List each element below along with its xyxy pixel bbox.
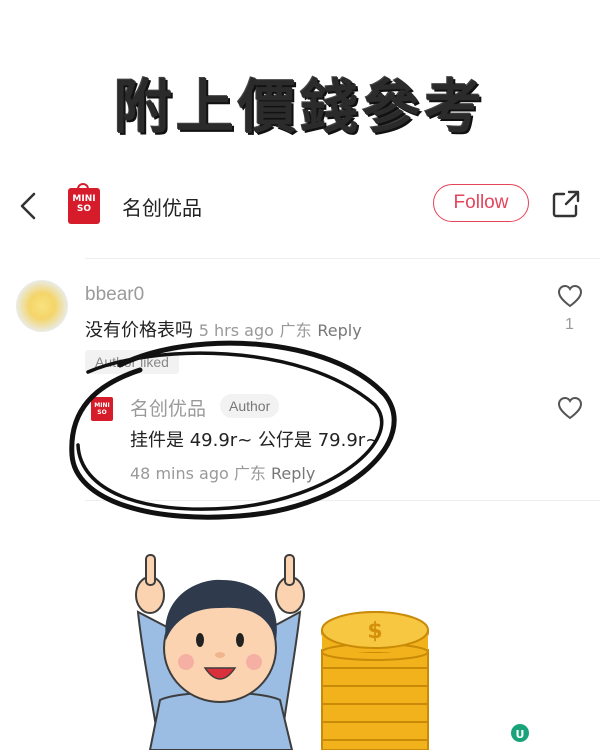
logo-small-line-2: SO — [97, 409, 107, 416]
comment-time: 5 hrs ago — [198, 321, 274, 340]
boy-illustration — [135, 554, 305, 750]
heart-icon[interactable] — [557, 396, 583, 420]
heart-icon[interactable] — [557, 284, 583, 308]
comment-username[interactable]: bbear0 — [85, 284, 144, 306]
divider — [85, 258, 600, 259]
divider — [85, 500, 600, 501]
comment-body: 没有价格表吗 5 hrs ago 广东 Reply — [85, 316, 362, 342]
share-out-icon[interactable] — [550, 188, 582, 220]
reply-username[interactable]: 名创优品 — [130, 394, 206, 421]
banner-title: 附上價錢參考 — [113, 73, 486, 141]
author-tag: Author — [220, 394, 280, 418]
reply-time: 48 mins ago — [130, 464, 229, 483]
back-chevron-icon[interactable] — [14, 188, 44, 224]
brand-logo[interactable]: MINI SO — [68, 183, 100, 224]
logo-line-1: MINI — [72, 194, 96, 204]
shop-name[interactable]: 名创优品 — [122, 192, 202, 221]
reply-location: 广东 — [233, 464, 266, 483]
pointing-boy-and-coins-illustration: $ U — [135, 554, 529, 750]
follow-button[interactable]: Follow — [433, 184, 529, 222]
reply-link[interactable]: Reply — [317, 321, 361, 340]
author-liked-badge: Author liked — [85, 350, 179, 374]
logo-line-2: SO — [76, 204, 92, 214]
reply-meta: 48 mins ago 广东 Reply — [130, 460, 315, 484]
reply-text: 挂件是 49.9r~ 公仔是 79.9r~ — [130, 430, 381, 451]
svg-text:U: U — [516, 728, 525, 741]
svg-text:$: $ — [367, 619, 382, 644]
u-badge-icon: U — [511, 724, 529, 742]
like-count: 1 — [565, 316, 574, 333]
comment-location: 广东 — [279, 321, 312, 340]
avatar[interactable] — [16, 280, 68, 332]
comment-text: 没有价格表吗 — [85, 320, 193, 341]
logo-small-line-1: MINI — [94, 402, 110, 409]
reply-link[interactable]: Reply — [271, 464, 315, 483]
author-avatar[interactable]: MINI SO — [91, 397, 113, 421]
profile-header: MINI SO 名创优品 Follow — [0, 170, 600, 240]
coin-stack-illustration: $ — [321, 611, 429, 750]
